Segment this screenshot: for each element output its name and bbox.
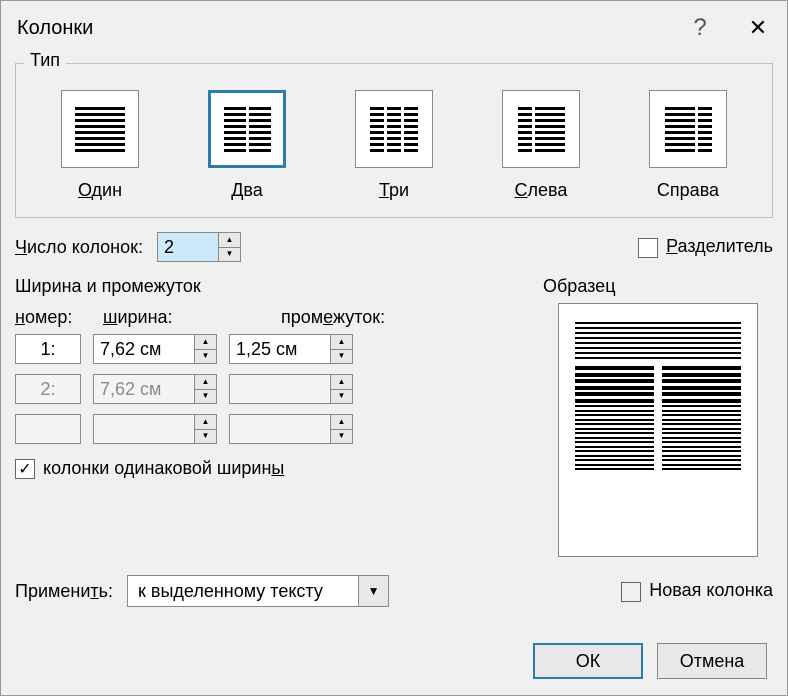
count-label: Число колонок: bbox=[15, 237, 143, 258]
type-group-label: Тип bbox=[24, 50, 66, 71]
equal-width-checkbox[interactable]: ✓колонки одинаковой ширины bbox=[15, 458, 525, 479]
divider-checkbox[interactable]: Разделитель bbox=[638, 236, 773, 257]
count-input[interactable] bbox=[158, 233, 218, 261]
gap-spinner: ▲▼ bbox=[229, 374, 353, 404]
width-spinner[interactable]: ▲▼ bbox=[93, 334, 217, 364]
type-two[interactable]: Два bbox=[193, 90, 301, 201]
preview-pane bbox=[558, 303, 758, 557]
type-right[interactable]: Справа bbox=[634, 90, 742, 201]
width-spinner: ▲▼ bbox=[93, 414, 217, 444]
close-button[interactable]: ✕ bbox=[729, 15, 787, 41]
apply-select[interactable]: к выделенному тексту ▼ bbox=[127, 575, 389, 607]
cancel-button[interactable]: Отмена bbox=[657, 643, 767, 679]
type-left[interactable]: Слева bbox=[487, 90, 595, 201]
help-button[interactable]: ? bbox=[671, 14, 729, 42]
spin-up-icon[interactable]: ▲ bbox=[219, 233, 240, 248]
chevron-down-icon[interactable]: ▼ bbox=[358, 576, 388, 606]
width-gap-title: Ширина и промежуток bbox=[15, 276, 525, 297]
row-number: 1: bbox=[15, 334, 81, 364]
gap-spinner: ▲▼ bbox=[229, 414, 353, 444]
ok-button[interactable]: ОК bbox=[533, 643, 643, 679]
count-spinner[interactable]: ▲▼ bbox=[157, 232, 241, 262]
apply-label: Применить: bbox=[15, 581, 113, 602]
spin-down-icon[interactable]: ▼ bbox=[219, 248, 240, 262]
type-one[interactable]: Один bbox=[46, 90, 154, 201]
dialog-title: Колонки bbox=[17, 17, 93, 40]
width-spinner: ▲▼ bbox=[93, 374, 217, 404]
row-number: 2: bbox=[15, 374, 81, 404]
type-group: Тип Один Два bbox=[15, 63, 773, 218]
gap-spinner[interactable]: ▲▼ bbox=[229, 334, 353, 364]
row-number bbox=[15, 414, 81, 444]
new-column-checkbox: Новая колонка bbox=[621, 580, 773, 601]
sample-label: Образец bbox=[543, 276, 773, 297]
type-three[interactable]: Три bbox=[340, 90, 448, 201]
columns-dialog: Колонки ? ✕ Тип Один bbox=[0, 0, 788, 696]
titlebar: Колонки ? ✕ bbox=[1, 1, 787, 55]
